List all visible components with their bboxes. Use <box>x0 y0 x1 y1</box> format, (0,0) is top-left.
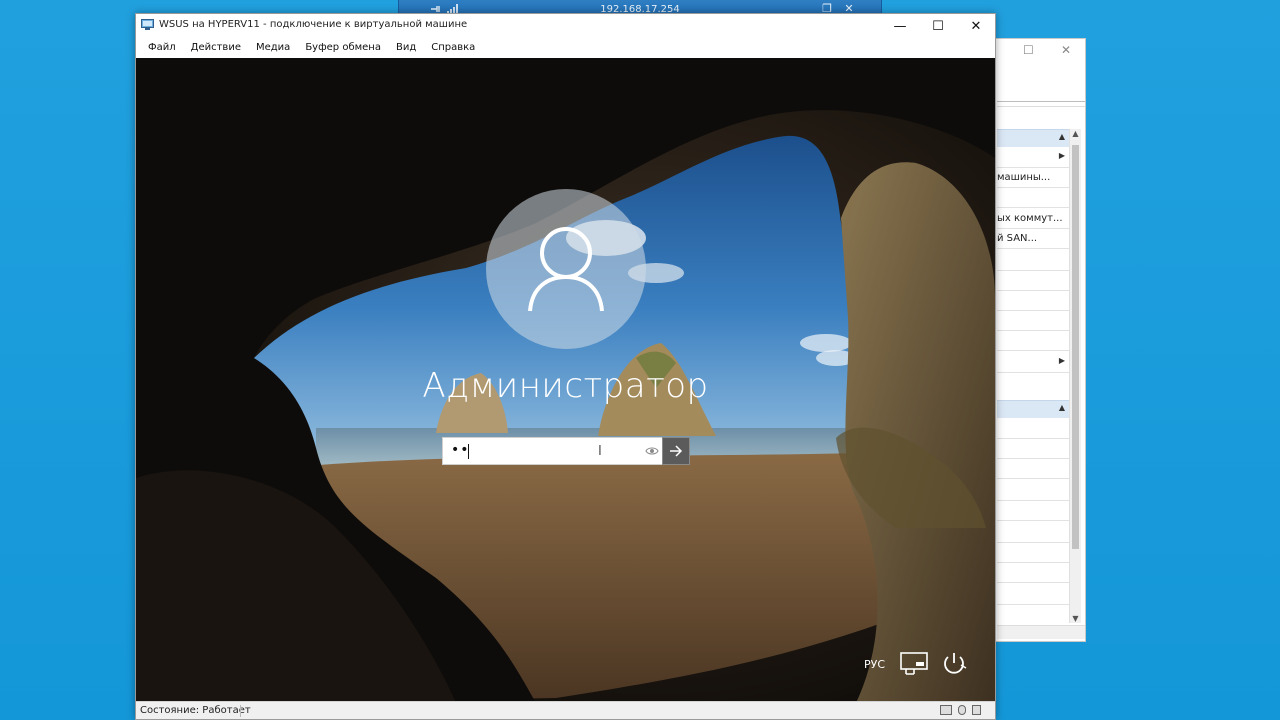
divider <box>997 101 1085 102</box>
menu-action[interactable]: Действие <box>191 38 249 58</box>
menu-file[interactable]: Файл <box>148 38 184 58</box>
action-item[interactable] <box>997 291 1071 311</box>
title-bar[interactable]: WSUS на HYPERV11 - подключение к виртуал… <box>136 14 995 38</box>
maximize-button[interactable]: ☐ <box>919 14 957 38</box>
hyperv-manager-window: ☐ ✕ ▲ ▶ машины... ых коммут... й SAN... … <box>990 38 1086 642</box>
scroll-down-icon[interactable]: ▼ <box>1070 614 1081 623</box>
collapse-icon[interactable]: ▲ <box>1059 403 1065 412</box>
window-title: WSUS на HYPERV11 - подключение к виртуал… <box>159 19 468 30</box>
action-item[interactable] <box>997 419 1071 439</box>
divider <box>240 705 241 717</box>
password-value: •• <box>451 442 470 458</box>
keyboard-icon <box>940 705 952 715</box>
action-item[interactable]: ▶ <box>997 353 1071 373</box>
action-item[interactable] <box>997 439 1071 459</box>
maximize-icon: ☐ <box>932 18 944 34</box>
lock-icon <box>972 705 981 715</box>
action-item[interactable] <box>997 311 1071 331</box>
collapse-icon[interactable]: ▲ <box>1059 132 1065 141</box>
scrollbar-thumb[interactable] <box>1072 145 1079 549</box>
action-item[interactable] <box>997 523 1071 543</box>
user-icon <box>528 227 604 312</box>
vertical-scrollbar[interactable]: ▲ ▼ <box>1069 129 1081 623</box>
actions-header[interactable]: ▲ <box>997 129 1071 147</box>
vm-connection-window: WSUS на HYPERV11 - подключение к виртуал… <box>135 13 996 720</box>
action-item[interactable] <box>997 271 1071 291</box>
action-item[interactable] <box>997 251 1071 271</box>
submenu-arrow-icon: ▶ <box>1058 356 1065 365</box>
submenu-arrow-icon: ▶ <box>1058 151 1065 160</box>
menu-view[interactable]: Вид <box>396 38 424 58</box>
close-icon[interactable]: ✕ <box>1061 43 1071 57</box>
scroll-up-icon[interactable]: ▲ <box>1070 129 1081 138</box>
action-item-san[interactable]: й SAN... <box>997 229 1071 249</box>
action-item-switch[interactable]: ых коммут... <box>997 209 1071 229</box>
action-item-vm[interactable]: машины... <box>997 168 1071 188</box>
action-item[interactable] <box>997 563 1071 583</box>
password-field[interactable]: •• I <box>442 437 690 465</box>
action-item[interactable] <box>997 501 1071 521</box>
menu-bar: Файл Действие Медиа Буфер обмена Вид Спр… <box>136 38 995 58</box>
power-icon[interactable] <box>940 652 968 676</box>
action-item[interactable] <box>997 331 1071 351</box>
arrow-right-icon <box>670 445 683 457</box>
user-name: Администратор <box>422 366 709 406</box>
vm-display[interactable]: Администратор •• I РУС <box>136 58 995 703</box>
ibeam-cursor-icon: I <box>598 444 602 459</box>
actions-header-vm[interactable]: ▲ <box>997 400 1071 418</box>
action-item[interactable]: ▶ <box>997 148 1071 168</box>
action-item[interactable] <box>997 188 1071 208</box>
reveal-password-icon[interactable] <box>645 445 659 457</box>
menu-media[interactable]: Медиа <box>256 38 298 58</box>
minimize-button[interactable]: — <box>881 14 919 38</box>
vm-connect-app-icon <box>141 19 154 30</box>
network-icon[interactable] <box>900 652 928 676</box>
input-language[interactable]: РУС <box>864 658 885 671</box>
menu-help[interactable]: Справка <box>431 38 483 58</box>
close-icon: ✕ <box>970 18 982 34</box>
text-caret <box>468 444 469 459</box>
menu-clipboard[interactable]: Буфер обмена <box>305 38 389 58</box>
maximize-icon[interactable]: ☐ <box>1023 43 1034 57</box>
user-avatar <box>486 189 646 349</box>
action-item[interactable] <box>997 481 1071 501</box>
close-button[interactable]: ✕ <box>957 14 995 38</box>
submit-button[interactable] <box>662 437 690 465</box>
action-item[interactable] <box>997 543 1071 563</box>
divider <box>997 106 1085 107</box>
status-bar: Состояние: Работает <box>136 701 995 719</box>
action-item[interactable] <box>997 459 1071 479</box>
horizontal-scrollbar[interactable] <box>997 625 1085 639</box>
action-item[interactable] <box>997 585 1071 605</box>
status-text: Состояние: Работает <box>140 705 251 716</box>
mouse-icon <box>958 705 966 715</box>
minimize-icon: — <box>893 18 907 34</box>
